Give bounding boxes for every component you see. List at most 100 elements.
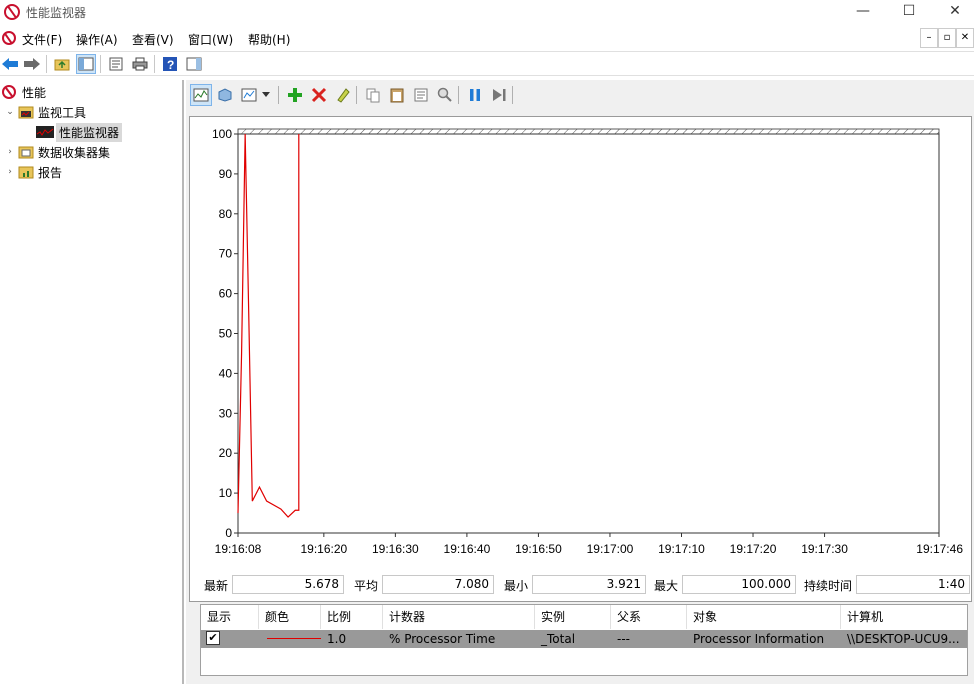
reports-icon — [18, 165, 34, 179]
tree-item-monitoring-tools[interactable]: ⌄ 监视工具 — [4, 102, 86, 122]
x-tick-label: 19:17:00 — [587, 542, 634, 556]
change-graph-type-icon[interactable] — [238, 84, 260, 106]
y-tick-label: 60 — [219, 287, 233, 301]
menu-view[interactable]: 查看(V) — [132, 31, 174, 48]
properties-icon[interactable] — [410, 84, 432, 106]
column-header-scale[interactable]: 比例 — [321, 605, 383, 629]
series-line-processor-time — [237, 133, 300, 518]
tree-item-data-collector-sets[interactable]: › 数据收集器集 — [4, 142, 110, 162]
mdi-close-button[interactable]: ✕ — [956, 28, 974, 48]
x-tick-label: 19:16:20 — [300, 542, 347, 556]
mdi-minimize-button[interactable]: – — [920, 28, 938, 48]
view-log-data-icon[interactable] — [214, 84, 236, 106]
duration-value: 1:40 — [856, 575, 970, 594]
minimize-button[interactable]: — — [840, 0, 886, 24]
performance-monitor-pane: 100 90 80 70 60 50 40 30 20 10 0 19:16:08 19:16:20 19… — [186, 80, 974, 684]
add-counter-icon[interactable] — [284, 84, 306, 106]
y-tick-label: 20 — [219, 446, 233, 460]
back-icon[interactable] — [0, 54, 20, 74]
tree-item-performance[interactable]: 性能 — [0, 82, 46, 102]
y-tick-label: 40 — [219, 366, 233, 380]
counter-legend-table: 显示 颜色 比例 计数器 实例 父系 对象 计算机 ✔ 1.0 % Proces… — [200, 604, 968, 676]
average-value: 7.080 — [382, 575, 494, 594]
show-hide-console-tree-icon[interactable] — [76, 54, 96, 74]
forward-icon[interactable] — [22, 54, 42, 74]
tree-label: 性能监视器 — [56, 122, 123, 142]
maximize-button[interactable]: ☐ — [886, 0, 932, 24]
view-current-activity-icon[interactable] — [190, 84, 212, 106]
column-header-color[interactable]: 颜色 — [259, 605, 321, 629]
window-title: 性能监视器 — [26, 6, 87, 20]
print-icon[interactable] — [130, 54, 150, 74]
cell-parent: --- — [617, 632, 630, 646]
copy-properties-icon[interactable] — [362, 84, 384, 106]
y-tick-label: 0 — [225, 526, 232, 540]
up-folder-icon[interactable] — [52, 54, 72, 74]
tree-item-reports[interactable]: › 报告 — [4, 162, 62, 182]
x-tick-label: 19:17:30 — [801, 542, 848, 556]
graph-toolbar — [190, 83, 970, 107]
paste-counter-list-icon[interactable] — [386, 84, 408, 106]
x-tick-label: 19:17:46 — [916, 542, 963, 556]
column-header-instance[interactable]: 实例 — [535, 605, 611, 629]
plot-frame — [237, 133, 940, 534]
x-tick-label: 19:16:30 — [372, 542, 419, 556]
perfmon-app-icon — [4, 4, 20, 20]
delete-counter-icon[interactable] — [308, 84, 330, 106]
column-header-parent[interactable]: 父系 — [611, 605, 687, 629]
latest-label: 最新 — [204, 579, 229, 593]
x-tick-label: 19:17:10 — [658, 542, 705, 556]
data-collector-sets-icon — [18, 145, 34, 159]
maximum-label: 最大 — [654, 579, 679, 593]
y-tick-label: 30 — [219, 406, 233, 420]
tree-label: 性能 — [22, 85, 47, 100]
x-tick-label: 19:16:08 — [215, 542, 262, 556]
graph-area[interactable]: 100 90 80 70 60 50 40 30 20 10 0 19:16:08 19:16:20 19… — [189, 116, 972, 602]
perfmon-icon — [2, 85, 18, 99]
performance-monitor-icon — [36, 125, 54, 139]
mdi-restore-button[interactable]: ▫ — [938, 28, 956, 48]
help-icon[interactable]: ? — [160, 54, 180, 74]
column-header-object[interactable]: 对象 — [687, 605, 841, 629]
update-data-icon[interactable] — [488, 84, 510, 106]
freeze-display-icon[interactable] — [464, 84, 486, 106]
menu-help[interactable]: 帮助(H) — [248, 31, 290, 48]
column-header-show[interactable]: 显示 — [201, 605, 259, 629]
cell-counter: % Processor Time — [389, 632, 496, 646]
x-tick-label: 19:17:20 — [730, 542, 777, 556]
chevron-down-icon[interactable] — [260, 84, 272, 106]
maximum-hatch-band — [237, 128, 940, 135]
tree-label: 监视工具 — [38, 105, 87, 120]
monitoring-tools-folder-icon — [18, 105, 34, 119]
table-row[interactable]: ✔ 1.0 % Processor Time _Total --- Proces… — [201, 630, 967, 648]
show-action-pane-icon[interactable] — [184, 54, 204, 74]
column-header-computer[interactable]: 计算机 — [841, 605, 967, 629]
minimum-value: 3.921 — [532, 575, 646, 594]
line-graph: 100908070605040302010019:16:08 19:16:20 19… — [212, 127, 963, 556]
properties-icon[interactable] — [106, 54, 126, 74]
menu-action[interactable]: 操作(A) — [76, 31, 118, 48]
y-tick-label: 90 — [219, 167, 233, 181]
show-checkbox[interactable]: ✔ — [206, 631, 220, 645]
chevron-right-icon[interactable]: › — [4, 167, 16, 177]
cell-scale: 1.0 — [327, 632, 347, 646]
x-tick-label: 19:16:50 — [515, 542, 562, 556]
average-label: 平均 — [354, 579, 379, 593]
zoom-icon[interactable] — [434, 84, 456, 106]
tree-label: 数据收集器集 — [38, 145, 111, 160]
menu-window[interactable]: 窗口(W) — [188, 31, 233, 48]
close-button[interactable]: ✕ — [932, 0, 974, 24]
system-menu-icon[interactable] — [2, 31, 16, 45]
cell-computer: \\DESKTOP-UCU9... — [847, 632, 960, 646]
tree-item-performance-monitor[interactable]: 性能监视器 — [34, 122, 123, 142]
highlight-icon[interactable] — [332, 84, 354, 106]
y-tick-label: 10 — [219, 486, 233, 500]
menu-file[interactable]: 文件(F) — [22, 31, 62, 48]
y-tick-label: 70 — [219, 247, 233, 261]
y-tick-label: 100 — [212, 127, 232, 141]
console-tree: 性能 ⌄ 监视工具 性能监视器 › 数据收集器集 › 报告 — [0, 80, 184, 684]
chevron-down-icon[interactable]: ⌄ — [4, 107, 16, 117]
duration-label: 持续时间 — [804, 579, 853, 593]
chevron-right-icon[interactable]: › — [4, 147, 16, 157]
column-header-counter[interactable]: 计数器 — [383, 605, 535, 629]
